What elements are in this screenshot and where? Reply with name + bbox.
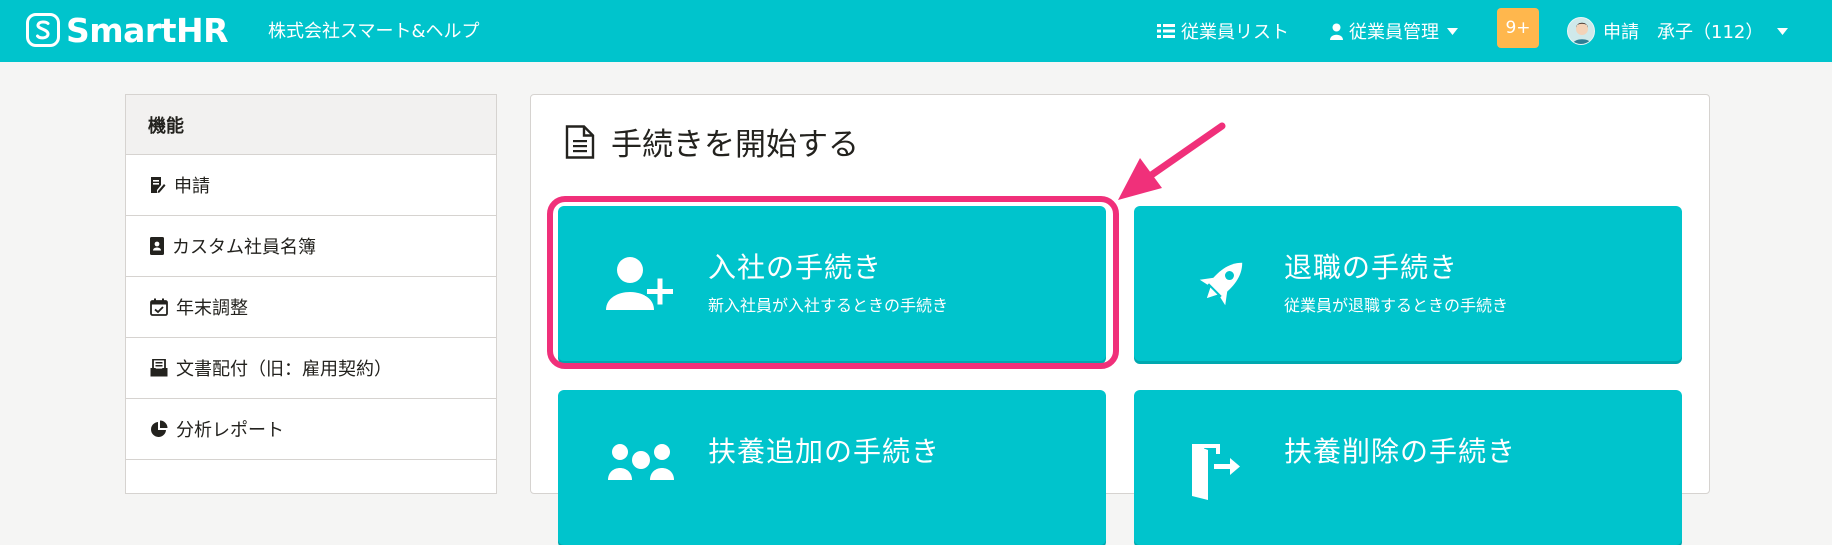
notification-badge[interactable]: 9+ [1497, 8, 1539, 48]
highlight-frame [547, 196, 1119, 369]
sidebar-item-label: 申請 [174, 176, 210, 197]
sidebar-item-request[interactable]: 申請 [126, 155, 496, 216]
rocket-icon [1199, 262, 1243, 306]
sidebar-heading: 機能 [126, 95, 496, 155]
user-icon [1330, 23, 1343, 40]
annotation-arrow-icon [1118, 122, 1226, 200]
user-menu[interactable]: 申請 承子（112） [1567, 0, 1794, 62]
page-title: 手続きを開始する [565, 119, 859, 164]
card-title: 退職の手続き [1284, 251, 1459, 284]
document-icon [565, 124, 595, 159]
caret-down-icon [1447, 27, 1458, 35]
smarthr-logo[interactable]: SmartHR [26, 10, 229, 50]
sidebar-item-label: 文書配付（旧：雇用契約） [176, 359, 392, 380]
calendar-check-icon [150, 298, 168, 316]
card-resignation[interactable]: 退職の手続き 従業員が退職するときの手続き [1134, 206, 1682, 361]
company-name: 株式会社スマート&ヘルプ [268, 21, 480, 42]
request-icon [151, 177, 166, 193]
page-title-text: 手続きを開始する [611, 127, 859, 163]
sidebar-item-year-end[interactable]: 年末調整 [126, 277, 496, 338]
user-name: 申請 承子（112） [1603, 22, 1764, 43]
nav-employee-list[interactable]: 従業員リスト [1157, 0, 1289, 62]
contact-book-icon [150, 237, 164, 255]
card-add-dependent[interactable]: 扶養追加の手続き [558, 390, 1106, 545]
caret-down-icon [1777, 27, 1789, 35]
card-remove-dependent[interactable]: 扶養削除の手続き [1134, 390, 1682, 545]
document-box-icon [150, 359, 168, 377]
top-header: SmartHR 株式会社スマート&ヘルプ 従業員リスト 従業員管理 9+ 申請 … [0, 0, 1832, 62]
card-title: 扶養削除の手続き [1284, 435, 1517, 468]
avatar [1567, 17, 1595, 45]
sidebar-item-custom-roster[interactable]: カスタム社員名簿 [126, 216, 496, 277]
users-icon [608, 444, 674, 480]
sidebar-item-label: 年末調整 [176, 298, 248, 319]
nav-employee-manage[interactable]: 従業員管理 [1330, 0, 1464, 62]
nav-employee-manage-label: 従業員管理 [1349, 22, 1439, 43]
logo-mark-icon [26, 13, 60, 47]
sidebar-item-label: カスタム社員名簿 [172, 237, 316, 258]
brand-name: SmartHR [66, 10, 229, 50]
card-subtitle: 従業員が退職するときの手続き [1284, 296, 1509, 315]
exit-door-icon [1192, 444, 1240, 500]
pie-chart-icon [151, 420, 168, 437]
card-title: 扶養追加の手続き [708, 435, 941, 468]
sidebar-item-analysis-report[interactable]: 分析レポート [126, 399, 496, 460]
sidebar-item-document-delivery[interactable]: 文書配付（旧：雇用契約） [126, 338, 496, 399]
sidebar-item-label: 分析レポート [176, 420, 284, 441]
nav-employee-list-label: 従業員リスト [1181, 22, 1289, 43]
function-sidebar: 機能 申請 カスタム社員名簿 年末調整 文書配付（旧：雇用契約） 分析レポート [125, 94, 497, 494]
list-icon [1157, 24, 1175, 38]
